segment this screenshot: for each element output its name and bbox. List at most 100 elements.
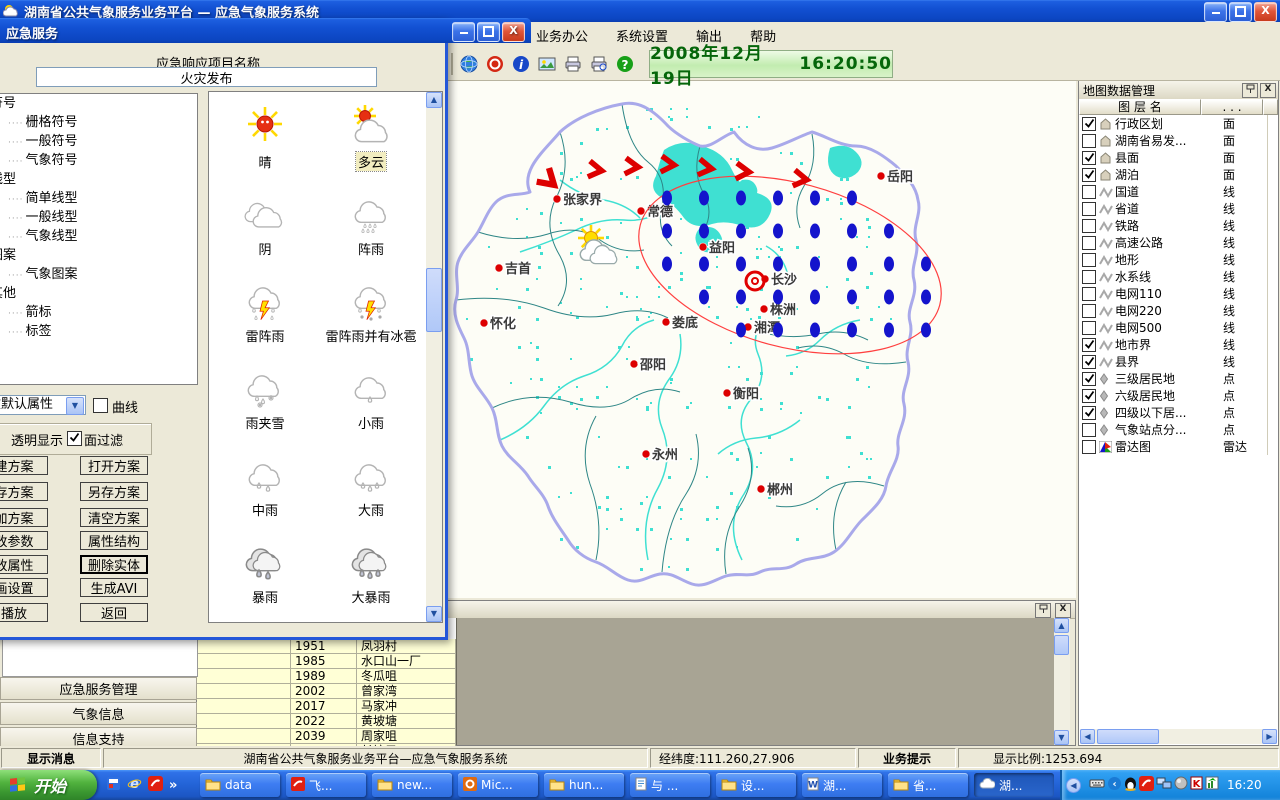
scrollbar-thumb[interactable]: [1054, 635, 1069, 655]
rotate-icon[interactable]: ‹: [1107, 776, 1122, 795]
weather-item-小雨[interactable]: 小雨: [319, 365, 423, 432]
task-button-设...[interactable]: 设...: [716, 773, 796, 797]
button-返回[interactable]: 返回: [80, 603, 148, 622]
nav-气象信息[interactable]: 气象信息: [0, 702, 197, 725]
print-icon[interactable]: [561, 52, 585, 76]
layer-checkbox[interactable]: [1082, 236, 1096, 250]
fetion-icon[interactable]: [148, 776, 163, 795]
quick-launch-more-icon[interactable]: »: [169, 778, 177, 793]
weather-scrollbar[interactable]: ▲ ▼: [426, 92, 442, 622]
button-加方案[interactable]: 加方案: [0, 508, 48, 527]
task-button-省...[interactable]: 省...: [888, 773, 968, 797]
weather-item-大暴雨[interactable]: 大暴雨: [319, 539, 423, 606]
task-button-new...[interactable]: new...: [372, 773, 452, 797]
weather-item-暴雨[interactable]: 暴雨: [213, 539, 317, 606]
task-button-与 ...[interactable]: 与 ...: [630, 773, 710, 797]
qq-icon[interactable]: [1124, 776, 1137, 795]
layer-row-地市界[interactable]: 地市界线: [1079, 336, 1278, 353]
layer-checkbox[interactable]: [1082, 270, 1096, 284]
network-icon[interactable]: [1156, 776, 1172, 795]
layer-row-气象站点分...[interactable]: 气象站点分...点: [1079, 421, 1278, 438]
layer-checkbox[interactable]: [1082, 389, 1096, 403]
layer-checkbox[interactable]: [1082, 253, 1096, 267]
ie-icon[interactable]: e: [127, 776, 142, 795]
minimize-button[interactable]: [1204, 2, 1227, 22]
button-生成AVI[interactable]: 生成AVI: [80, 578, 148, 597]
project-name-input[interactable]: [36, 67, 377, 87]
layer-row-电网110[interactable]: 电网110线: [1079, 285, 1278, 302]
button-播放[interactable]: 播放: [0, 603, 48, 622]
bottom-vertical-scrollbar[interactable]: ▲ ▼: [1054, 618, 1070, 745]
app-icon[interactable]: [106, 776, 121, 795]
tree-node-标签[interactable]: ····标签: [0, 322, 197, 341]
tray-collapse-icon[interactable]: ◀: [1066, 778, 1081, 793]
scroll-up-icon[interactable]: ▲: [426, 92, 442, 108]
tree-node-其他[interactable]: 其他: [0, 284, 197, 303]
scroll-up-icon[interactable]: ▲: [1054, 618, 1069, 633]
layer-checkbox[interactable]: [1082, 406, 1096, 420]
layer-row-电网220[interactable]: 电网220线: [1079, 302, 1278, 319]
button-画设置[interactable]: 画设置: [0, 578, 48, 597]
weather-item-阵雨[interactable]: 阵雨: [319, 191, 423, 258]
button-属性结构[interactable]: 属性结构: [80, 531, 148, 550]
layer-row-六级居民地[interactable]: 六级居民地点: [1079, 387, 1278, 404]
restore-button[interactable]: [1229, 2, 1252, 22]
chevron-down-icon[interactable]: ▼: [66, 397, 84, 415]
task-button-Mic...[interactable]: Mic...: [458, 773, 538, 797]
layers-horizontal-scrollbar[interactable]: ◀ ▶: [1080, 729, 1277, 744]
weather-item-中雨[interactable]: 中雨: [213, 452, 317, 519]
scroll-right-icon[interactable]: ▶: [1262, 729, 1277, 744]
layer-row-省道[interactable]: 省道线: [1079, 200, 1278, 217]
layer-row-四级以下居...[interactable]: 四级以下居...点: [1079, 404, 1278, 421]
tree-node-气象图案[interactable]: ····气象图案: [0, 265, 197, 284]
globe-icon[interactable]: [457, 52, 481, 76]
layer-row-县界[interactable]: 县界线: [1079, 353, 1278, 370]
layer-row-水系线[interactable]: 水系线线: [1079, 268, 1278, 285]
curve-checkbox[interactable]: [93, 398, 108, 413]
weather-item-阴[interactable]: 阴: [213, 191, 317, 258]
button-存方案[interactable]: 存方案: [0, 482, 48, 501]
scrollbar-thumb[interactable]: [1097, 729, 1159, 744]
layer-checkbox[interactable]: [1082, 134, 1096, 148]
start-button[interactable]: 开始: [0, 770, 97, 800]
face-filter-checkbox[interactable]: [67, 431, 82, 446]
layer-checkbox[interactable]: [1082, 355, 1096, 369]
button-改参数[interactable]: 改参数: [0, 531, 48, 550]
ball-icon[interactable]: [1174, 776, 1188, 795]
layer-row-地形[interactable]: 地形线: [1079, 251, 1278, 268]
chart-icon[interactable]: [1205, 776, 1219, 795]
tree-node-线型[interactable]: 线型: [0, 170, 197, 189]
weather-item-多云[interactable]: 多云: [319, 104, 423, 171]
default-attr-combobox[interactable]: 改默认属性 ▼: [0, 395, 86, 415]
print-preview-icon[interactable]: [587, 52, 611, 76]
button-清空方案[interactable]: 清空方案: [80, 508, 148, 527]
tree-node-栅格符号[interactable]: ····栅格符号: [0, 113, 197, 132]
table-row[interactable]: 2039周家咀: [197, 729, 456, 744]
table-row[interactable]: 1985水口山一厂: [197, 654, 456, 669]
scroll-left-icon[interactable]: ◀: [1080, 729, 1095, 744]
task-button-飞...[interactable]: 飞...: [286, 773, 366, 797]
layer-checkbox[interactable]: [1082, 168, 1096, 182]
layer-checkbox[interactable]: [1082, 440, 1096, 454]
kaspersky-icon[interactable]: K: [1190, 776, 1203, 795]
tree-node-气象符号[interactable]: ····气象符号: [0, 151, 197, 170]
table-row[interactable]: 1951凤羽村: [197, 639, 456, 654]
table-row[interactable]: 1989冬瓜咀: [197, 669, 456, 684]
hunan-map[interactable]: 张家界常德岳阳益阳长沙吉首怀化娄底株洲湘潭邵阳衡阳永州郴州: [442, 80, 1076, 598]
layer-row-三级居民地[interactable]: 三级居民地点: [1079, 370, 1278, 387]
table-row[interactable]: 2017马家冲: [197, 699, 456, 714]
layer-row-铁路[interactable]: 铁路线: [1079, 217, 1278, 234]
weather-symbol-list[interactable]: 晴多云阴阵雨雷阵雨雷阵雨并有冰雹雨夹雪小雨中雨大雨暴雨大暴雨 ▲ ▼: [208, 91, 443, 623]
menu-item-业务办公[interactable]: 业务办公: [522, 23, 602, 48]
scrollbar-thumb[interactable]: [426, 268, 442, 332]
fetion-icon[interactable]: [1139, 776, 1154, 795]
tree-node-一般符号[interactable]: ····一般符号: [0, 132, 197, 151]
layer-row-国道[interactable]: 国道线: [1079, 183, 1278, 200]
pin-icon[interactable]: [1242, 83, 1258, 98]
layer-checkbox[interactable]: [1082, 151, 1096, 165]
info-icon[interactable]: i: [509, 52, 533, 76]
weather-item-雨夹雪[interactable]: 雨夹雪: [213, 365, 317, 432]
layer-row-电网500[interactable]: 电网500线: [1079, 319, 1278, 336]
layer-checkbox[interactable]: [1082, 321, 1096, 335]
task-button-data[interactable]: data: [200, 773, 280, 797]
